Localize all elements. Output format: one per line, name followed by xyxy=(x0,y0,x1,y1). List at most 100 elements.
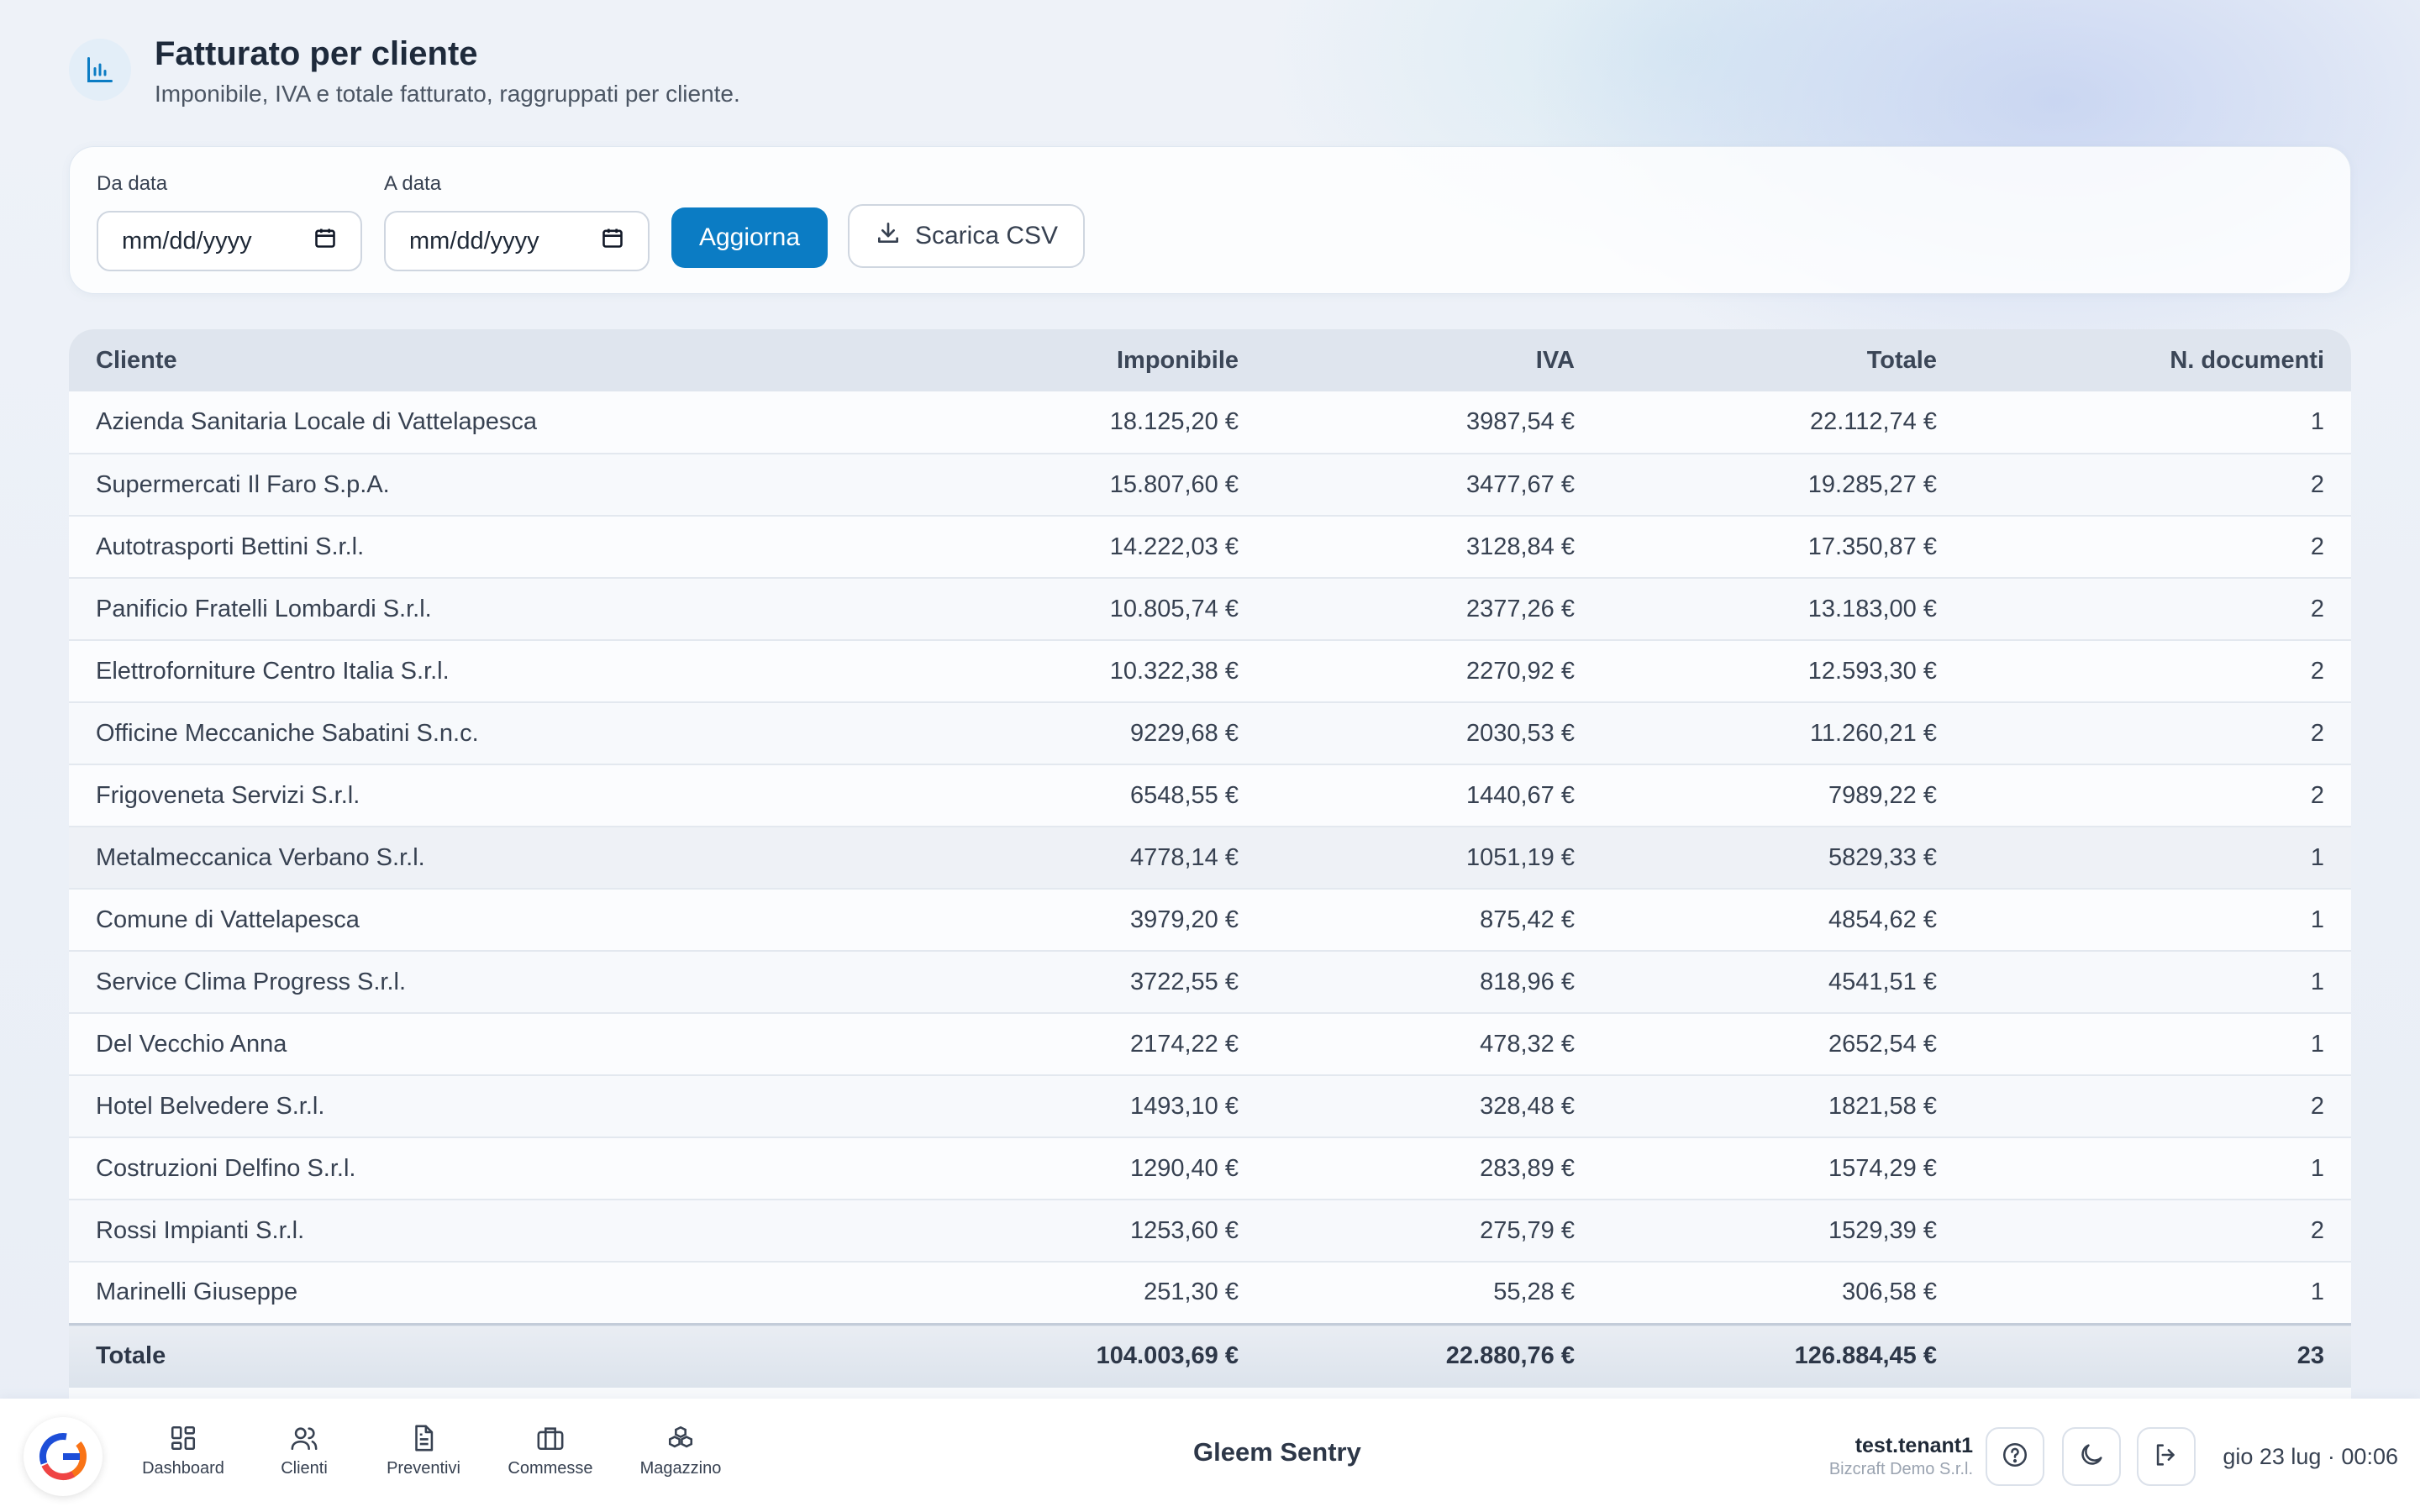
bottom-navigation-bar: Dashboard Clienti Preventivi Commesse Ma… xyxy=(0,1399,2420,1512)
cell-iva: 275,79 € xyxy=(1480,1216,1575,1244)
cell-iva: 2377,26 € xyxy=(1465,595,1575,622)
nav-commesse-label: Commesse xyxy=(508,1459,593,1478)
cell-cliente: Hotel Belvedere S.r.l. xyxy=(96,1092,325,1120)
cell-n-documenti: 2 xyxy=(2310,595,2324,622)
from-date-value: mm/dd/yyyy xyxy=(122,227,252,255)
download-csv-button[interactable]: Scarica CSV xyxy=(848,204,1085,268)
cell-iva: 55,28 € xyxy=(1493,1278,1575,1306)
nav-preventivi-label: Preventivi xyxy=(387,1459,460,1478)
cell-n-documenti: 2 xyxy=(2310,719,2324,747)
totals-iva: 22.880,76 € xyxy=(1445,1342,1575,1370)
bar-chart-icon xyxy=(69,39,131,101)
table-row[interactable]: Costruzioni Delfino S.r.l. 1290,40 € 283,8… xyxy=(69,1137,2351,1200)
cell-imponibile: 6548,55 € xyxy=(1129,781,1239,809)
table-row[interactable]: Metalmeccanica Verbano S.r.l. 4778,14 € 10… xyxy=(69,827,2351,889)
nav-preventivi[interactable]: Preventivi xyxy=(365,1424,482,1478)
cell-imponibile: 3722,55 € xyxy=(1129,968,1239,995)
nav-magazzino[interactable]: Magazzino xyxy=(622,1424,739,1478)
logout-icon xyxy=(2152,1441,2181,1473)
cell-imponibile: 14.222,03 € xyxy=(1109,533,1239,560)
cell-cliente: Marinelli Giuseppe xyxy=(96,1278,298,1306)
cell-iva: 1440,67 € xyxy=(1465,781,1575,809)
nav-clienti[interactable]: Clienti xyxy=(245,1424,363,1478)
cell-n-documenti: 2 xyxy=(2310,1092,2324,1120)
moon-icon xyxy=(2077,1441,2106,1473)
table-row[interactable]: Hotel Belvedere S.r.l. 1493,10 € 328,48 € 1… xyxy=(69,1075,2351,1137)
theme-toggle-button[interactable] xyxy=(2062,1427,2121,1486)
filter-card: Da data mm/dd/yyyy A data mm/dd/yyyy Agg… xyxy=(69,146,2351,294)
table-row[interactable]: Azienda Sanitaria Locale di Vattelapesca… xyxy=(69,391,2351,454)
to-date-value: mm/dd/yyyy xyxy=(409,227,539,255)
cell-cliente: Frigoveneta Servizi S.r.l. xyxy=(96,781,360,809)
to-date-input[interactable]: mm/dd/yyyy xyxy=(384,211,650,271)
column-header-iva[interactable]: IVA xyxy=(1265,329,1602,391)
user-org: Bizcraft Demo S.r.l. xyxy=(1828,1460,1973,1478)
cell-iva: 478,32 € xyxy=(1480,1030,1575,1058)
download-icon xyxy=(875,219,902,253)
cell-cliente: Autotrasporti Bettini S.r.l. xyxy=(96,533,365,560)
current-datetime: gio 23 lug · 00:06 xyxy=(2223,1444,2398,1469)
table-row[interactable]: Supermercati Il Faro S.p.A. 15.807,60 € 34… xyxy=(69,454,2351,516)
cell-totale: 5829,33 € xyxy=(1828,843,1937,871)
table-row[interactable]: Rossi Impianti S.r.l. 1253,60 € 275,79 € 15… xyxy=(69,1200,2351,1262)
cell-totale: 11.260,21 € xyxy=(1809,719,1937,747)
totals-imponibile: 104.003,69 € xyxy=(1096,1342,1239,1370)
user-info[interactable]: test.tenant1 Bizcraft Demo S.r.l. xyxy=(1829,1434,1973,1479)
table-row[interactable]: Panificio Fratelli Lombardi S.r.l. 10.805… xyxy=(69,578,2351,640)
cell-cliente: Comune di Vattelapesca xyxy=(96,906,360,933)
column-header-totale[interactable]: Totale xyxy=(1602,329,1964,391)
cell-totale: 13.183,00 € xyxy=(1807,595,1937,622)
column-header-imponibile[interactable]: Imponibile xyxy=(859,329,1265,391)
cell-imponibile: 1253,60 € xyxy=(1129,1216,1239,1244)
cell-imponibile: 15.807,60 € xyxy=(1109,470,1239,498)
cell-n-documenti: 1 xyxy=(2310,1154,2324,1182)
cell-n-documenti: 1 xyxy=(2310,968,2324,995)
page-subtitle: Imponibile, IVA e totale fatturato, ragg… xyxy=(155,81,740,107)
table-row[interactable]: Service Clima Progress S.r.l. 3722,55 € 81… xyxy=(69,951,2351,1013)
cell-imponibile: 251,30 € xyxy=(1144,1278,1239,1306)
table-totals-row: Totale 104.003,69 € 22.880,76 € 126.884,… xyxy=(69,1324,2351,1388)
cell-n-documenti: 1 xyxy=(2310,1030,2324,1058)
table-row[interactable]: Frigoveneta Servizi S.r.l. 6548,55 € 1440,… xyxy=(69,764,2351,827)
column-header-n-documenti[interactable]: N. documenti xyxy=(1964,329,2351,391)
refresh-button[interactable]: Aggiorna xyxy=(671,207,828,268)
logout-button[interactable] xyxy=(2137,1427,2196,1486)
column-header-cliente[interactable]: Cliente xyxy=(69,329,859,391)
table-row[interactable]: Elettroforniture Centro Italia S.r.l. 10.… xyxy=(69,640,2351,702)
cell-totale: 306,58 € xyxy=(1842,1278,1937,1306)
cell-n-documenti: 1 xyxy=(2310,906,2324,933)
calendar-icon[interactable] xyxy=(601,226,624,256)
table-row[interactable]: Comune di Vattelapesca 3979,20 € 875,42 € 4… xyxy=(69,889,2351,951)
cell-n-documenti: 2 xyxy=(2310,657,2324,685)
cell-cliente: Costruzioni Delfino S.r.l. xyxy=(96,1154,356,1182)
totals-totale: 126.884,45 € xyxy=(1794,1342,1937,1370)
page-header: Fatturato per cliente Imponibile, IVA e … xyxy=(69,34,740,108)
nav-dashboard[interactable]: Dashboard xyxy=(124,1424,242,1478)
cell-cliente: Azienda Sanitaria Locale di Vattelapesca xyxy=(96,408,538,435)
help-button[interactable] xyxy=(1986,1427,2044,1486)
table-row[interactable]: Autotrasporti Bettini S.r.l. 14.222,03 € 3… xyxy=(69,516,2351,578)
briefcase-icon xyxy=(492,1424,609,1452)
app-logo-icon[interactable] xyxy=(24,1417,103,1496)
nav-magazzino-label: Magazzino xyxy=(639,1459,722,1478)
cell-imponibile: 1290,40 € xyxy=(1129,1154,1239,1182)
table-row[interactable]: Del Vecchio Anna 2174,22 € 478,32 € 2652,54… xyxy=(69,1013,2351,1075)
cell-totale: 1529,39 € xyxy=(1828,1216,1937,1244)
cell-n-documenti: 2 xyxy=(2310,781,2324,809)
table-row[interactable]: Marinelli Giuseppe 251,30 € 55,28 € 306,58 … xyxy=(69,1262,2351,1324)
from-date-input[interactable]: mm/dd/yyyy xyxy=(97,211,362,271)
calendar-icon[interactable] xyxy=(313,226,337,256)
help-icon xyxy=(2001,1441,2029,1473)
from-date-field: Da data mm/dd/yyyy xyxy=(97,172,362,271)
nav-commesse[interactable]: Commesse xyxy=(492,1424,609,1478)
cell-iva: 3477,67 € xyxy=(1465,470,1575,498)
cell-totale: 4541,51 € xyxy=(1828,968,1937,995)
users-icon xyxy=(245,1424,363,1452)
to-date-field: A data mm/dd/yyyy xyxy=(384,172,650,271)
cell-totale: 1821,58 € xyxy=(1828,1092,1937,1120)
cell-cliente: Metalmeccanica Verbano S.r.l. xyxy=(96,843,425,871)
table-row[interactable]: Officine Meccaniche Sabatini S.n.c. 9229,… xyxy=(69,702,2351,764)
to-date-label: A data xyxy=(384,172,442,195)
totals-label: Totale xyxy=(96,1342,166,1370)
user-name: test.tenant1 xyxy=(1854,1434,1973,1457)
